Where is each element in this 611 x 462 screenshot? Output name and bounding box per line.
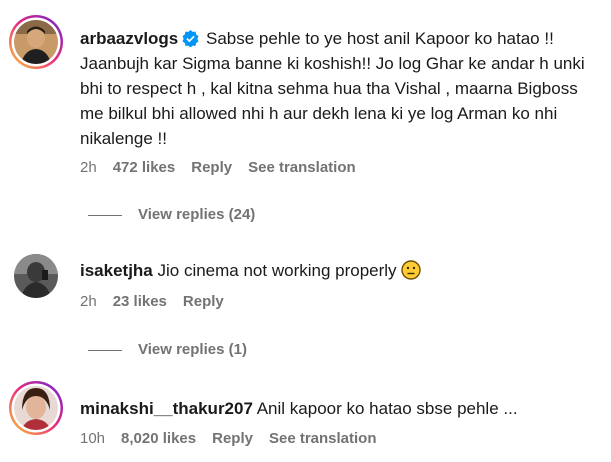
likes-count[interactable]: 8,020 likes — [121, 430, 196, 447]
comment-meta: 10h 8,020 likes Reply See translation — [80, 430, 393, 447]
comment-text-block: isaketjha Jio cinema not working properl… — [80, 258, 603, 283]
avatar[interactable] — [8, 248, 64, 304]
verified-badge-icon — [182, 30, 199, 47]
comment-timestamp[interactable]: 10h — [80, 430, 105, 447]
likes-count[interactable]: 23 likes — [113, 293, 167, 310]
replies-divider — [88, 214, 122, 216]
reply-button[interactable]: Reply — [212, 430, 253, 447]
comment-meta: 2h 23 likes Reply — [80, 293, 240, 310]
comment-item: isaketjha Jio cinema not working properl… — [0, 240, 611, 380]
reply-button[interactable]: Reply — [191, 159, 232, 176]
comment-text: Jio cinema not working properly — [157, 261, 397, 280]
view-replies-button[interactable]: View replies (24) — [88, 206, 255, 223]
view-replies-button[interactable]: View replies (1) — [88, 341, 247, 358]
replies-divider — [88, 349, 122, 351]
comment-meta: 2h 472 likes Reply See translation — [80, 159, 372, 176]
avatar[interactable] — [8, 380, 64, 436]
comment-text-block: minakshi__thakur207 Anil kapoor ko hatao… — [80, 396, 603, 421]
view-replies-label: View replies (24) — [138, 206, 256, 223]
see-translation-button[interactable]: See translation — [248, 159, 356, 176]
avatar[interactable] — [8, 14, 64, 70]
see-translation-button[interactable]: See translation — [269, 430, 377, 447]
view-replies-label: View replies (1) — [138, 341, 247, 358]
comment-timestamp[interactable]: 2h — [80, 159, 97, 176]
comment-username[interactable]: minakshi__thakur207 — [80, 399, 253, 418]
neutral-face-emoji-icon — [400, 260, 421, 280]
comment-timestamp[interactable]: 2h — [80, 293, 97, 310]
reply-button[interactable]: Reply — [183, 293, 224, 310]
comment-text-block: arbaazvlogs Sabse pehle to ye host anil … — [80, 26, 603, 151]
comment-text: Anil kapoor ko hatao sbse pehle ... — [256, 399, 518, 418]
comment-item: arbaazvlogs Sabse pehle to ye host anil … — [0, 0, 611, 240]
comment-username[interactable]: arbaazvlogs — [80, 29, 178, 48]
likes-count[interactable]: 472 likes — [113, 159, 176, 176]
comment-item: minakshi__thakur207 Anil kapoor ko hatao… — [0, 380, 611, 462]
comment-username[interactable]: isaketjha — [80, 261, 153, 280]
